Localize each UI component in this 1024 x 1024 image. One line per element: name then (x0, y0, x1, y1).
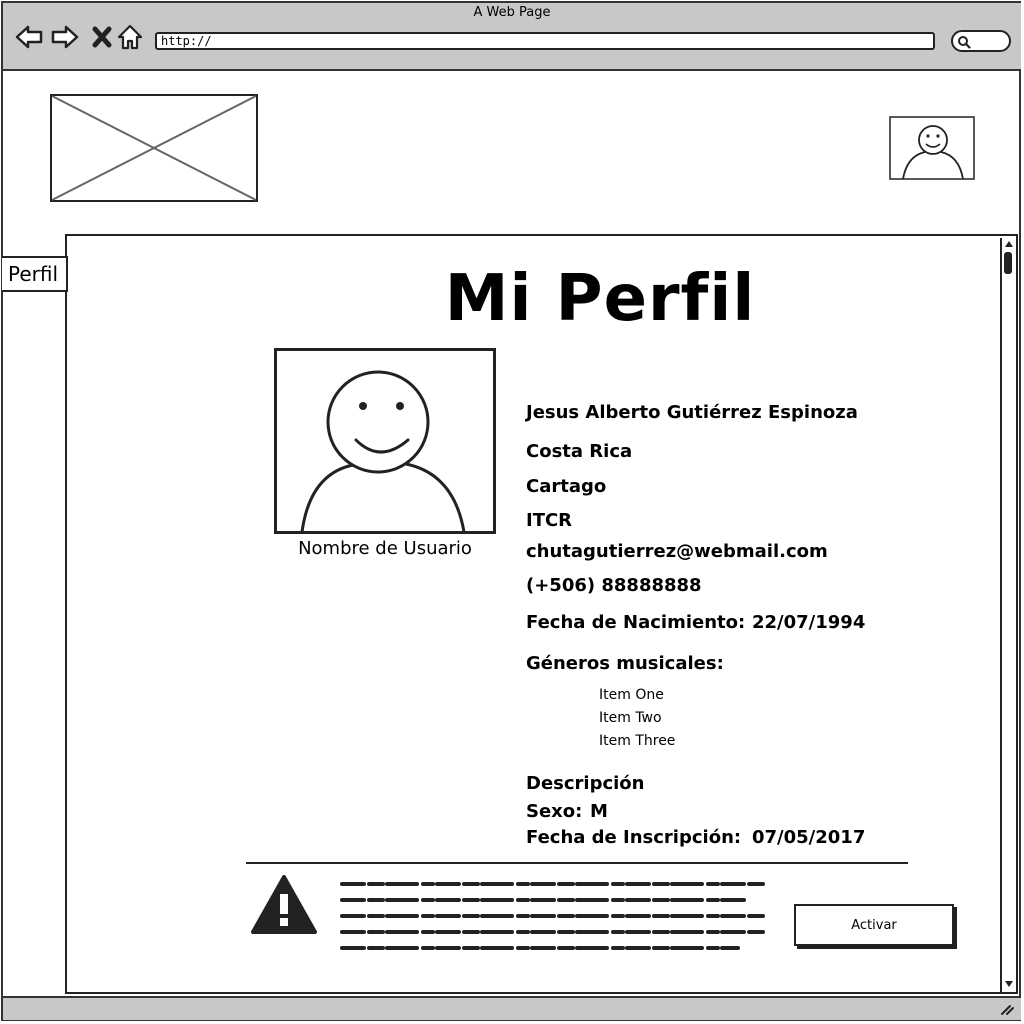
genres-label: Géneros musicales: (526, 653, 724, 674)
country: Costa Rica (526, 441, 633, 462)
resize-grip-icon[interactable] (1000, 1003, 1014, 1015)
email: chutagutierrez@webmail.com (526, 541, 828, 562)
home-icon[interactable] (116, 22, 146, 52)
search-field[interactable] (951, 30, 1011, 52)
signup-date-row: Fecha de Inscripción: 07/05/2017 (526, 827, 866, 848)
search-icon (958, 36, 971, 49)
sex-label: Sexo: (526, 801, 583, 822)
birth-date-label: Fecha de Nacimiento: (526, 612, 746, 633)
scroll-thumb[interactable] (1004, 252, 1012, 274)
username-caption: Nombre de Usuario (298, 538, 472, 559)
institution: ITCR (526, 510, 573, 531)
activate-button[interactable]: Activar (794, 904, 954, 946)
birth-date-value: 22/07/1994 (752, 612, 866, 633)
phone: (+506) 88888888 (526, 575, 702, 596)
tab-perfil[interactable]: Perfil (2, 256, 68, 292)
vertical-scrollbar[interactable] (1000, 238, 1016, 992)
description-label: Descripción (526, 773, 645, 794)
province: Cartago (526, 476, 607, 497)
signup-date-value: 07/05/2017 (752, 827, 866, 848)
image-placeholder-icon (50, 94, 258, 202)
alert-text-scribble (340, 882, 768, 950)
sex-value: M (590, 801, 608, 822)
divider (246, 862, 908, 864)
forward-icon[interactable] (50, 22, 80, 52)
scroll-down-icon[interactable] (1003, 979, 1015, 989)
window-title: A Web Page (473, 5, 551, 20)
genre-item: Item One (599, 687, 664, 703)
back-icon[interactable] (14, 22, 44, 52)
signup-date-label: Fecha de Inscripción: (526, 827, 742, 848)
genre-item: Item Three (599, 733, 676, 749)
avatar-icon[interactable] (889, 116, 975, 180)
profile-photo (274, 348, 496, 534)
scroll-up-icon[interactable] (1003, 239, 1015, 249)
url-bar[interactable]: http:// (155, 32, 935, 50)
status-bar (3, 996, 1021, 1020)
sex-row: Sexo: M (526, 801, 726, 822)
full-name: Jesus Alberto Gutiérrez Espinoza (526, 402, 858, 423)
warning-icon (251, 875, 317, 934)
birth-date-row: Fecha de Nacimiento: 22/07/1994 (526, 612, 866, 633)
close-icon[interactable] (88, 22, 118, 52)
page-title: Mi Perfil (444, 262, 756, 336)
genre-item: Item Two (599, 710, 662, 726)
